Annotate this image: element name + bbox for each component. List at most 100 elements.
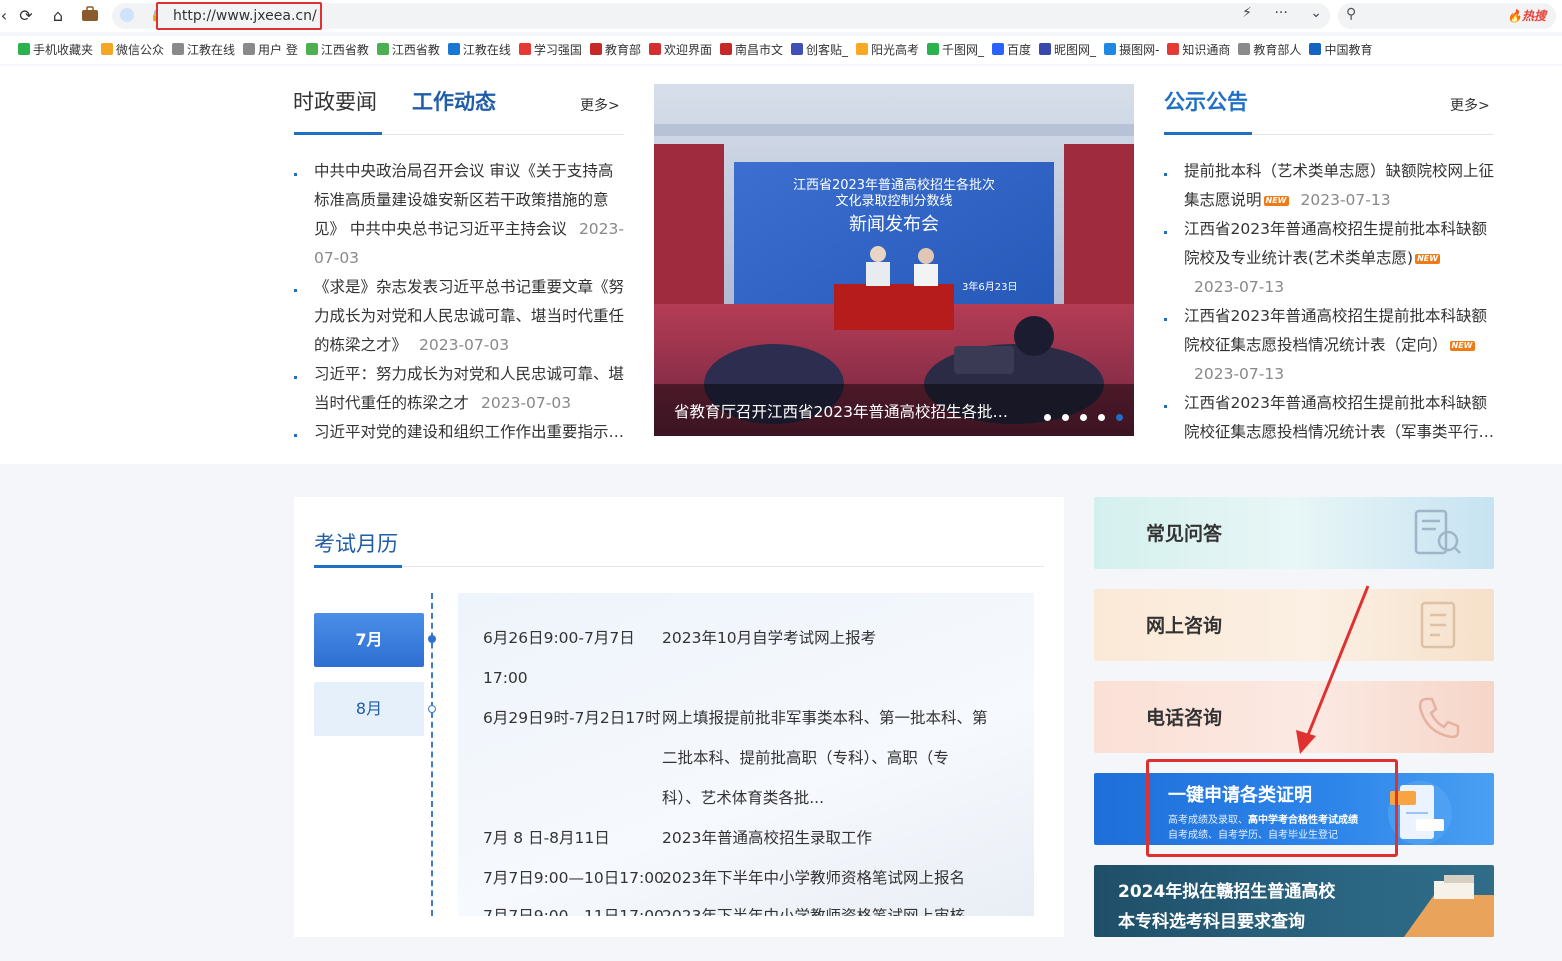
bookmark-item[interactable]: 摄图网- (1104, 36, 1159, 64)
notice-item[interactable]: 提前批本科（艺术类单志愿）缺额院校网上征集志愿说明 NEW 2023-07-13 (1164, 157, 1496, 215)
bookmark-item[interactable]: 江教在线 (447, 36, 511, 64)
bookmark-icon (172, 43, 185, 55)
notice-item-title[interactable]: 江西省2023年普通高校招生提前批本科缺额院校征集志愿投档情况统计表（军事类平行… (1184, 394, 1494, 441)
site-security-icon[interactable] (120, 8, 134, 22)
bookmark-item[interactable]: 江西省教 (376, 36, 440, 64)
refresh-icon[interactable]: ⟳ (16, 6, 36, 26)
notice-item-title[interactable]: 江西省2023年普通高校招生提前批本科缺额院校征集志愿投档情况统计表（定向） (1184, 307, 1487, 354)
bookmark-icon (992, 43, 1005, 55)
bookmark-item[interactable]: 千图网_ (927, 36, 984, 64)
carousel-dot[interactable] (1080, 414, 1087, 421)
bookmark-label: 用户 登 (258, 43, 298, 57)
bookmark-label: 百度 (1007, 43, 1032, 57)
bookmark-label: 摄图网- (1119, 43, 1160, 57)
home-icon[interactable]: ⌂ (48, 6, 68, 26)
screen-text: 江西省2023年普通高校招生各批次 文化录取控制分数线 新闻发布会 (734, 178, 1054, 240)
event-desc[interactable]: 2023年10月自学考试网上报考 (662, 628, 876, 648)
bookmark-item[interactable]: 手机收藏夹 (18, 36, 93, 64)
bookmark-item[interactable]: 知识通商 (1167, 36, 1230, 64)
event-desc[interactable]: 2023年下半年中小学教师资格笔试网上审核 (662, 906, 965, 916)
notices-title[interactable]: 公示公告 (1164, 86, 1248, 116)
notices-active-indicator (1164, 132, 1252, 135)
news-item[interactable]: 中共中央政治局召开会议 审议《关于支持高标准高质量建设雄安新区若干政策措施的意见… (294, 157, 626, 273)
phone-consult-title: 电话咨询 (1146, 707, 1223, 729)
event-time: 7月7日9:00—10日17:00 (483, 869, 664, 887)
notice-item[interactable]: 江西省2023年普通高校招生提前批本科缺额院校征集志愿投档情况统计表（定向） NE… (1164, 302, 1496, 389)
carousel-caption[interactable]: 省教育厅召开江西省2023年普通高校招生各批… (674, 400, 1008, 422)
carousel-dot[interactable] (1044, 414, 1051, 421)
tab-politics-news[interactable]: 时政要闻 (293, 86, 377, 116)
calendar-active-indicator (314, 565, 402, 568)
news-item[interactable]: 《求是》杂志发表习近平总书记重要文章《努力成长为对党和人民忠诚可靠、堪当时代重任… (294, 273, 626, 360)
event-desc[interactable]: 网上填报提前批非军事类本科、第一批本科、第 (662, 708, 988, 728)
lightning-icon[interactable]: ⚡ (1242, 5, 1252, 21)
month-tab-july[interactable]: 7月 (314, 613, 424, 667)
bookmark-item[interactable]: 中国教育 (1309, 36, 1372, 64)
bookmark-icon (589, 43, 602, 55)
carousel-dot[interactable] (1098, 414, 1105, 421)
annotation-highlight-box (1146, 759, 1398, 857)
carousel-dot[interactable] (1062, 414, 1069, 421)
bookmark-item[interactable]: 百度 (992, 36, 1031, 64)
event-desc[interactable]: 科）、艺术体育类各批... (662, 788, 824, 808)
briefcase-icon[interactable] (80, 6, 100, 26)
carousel-dot-active[interactable] (1116, 414, 1123, 421)
faq-card[interactable]: 常见问答 (1094, 497, 1494, 569)
bookmark-icon (1309, 43, 1322, 55)
news-item-title[interactable]: 习近平：努力成长为对党和人民忠诚可靠、堪当时代重任的栋梁之才 (314, 365, 624, 412)
bookmark-item[interactable]: 微信公众 (101, 36, 164, 64)
bookmark-item[interactable]: 欢迎界面 (648, 36, 712, 64)
month-tab-august[interactable]: 8月 (314, 682, 424, 736)
news-more-link[interactable]: 更多> (580, 95, 620, 115)
news-item-title[interactable]: 习近平对党的建设和组织工作作出重要指示… (314, 423, 624, 441)
chevron-down-icon[interactable]: ⌄ (1310, 5, 1322, 21)
bookmark-item[interactable]: 江西省教 (305, 36, 369, 64)
more-icon[interactable]: ··· (1274, 5, 1287, 21)
bookmark-icon (790, 43, 803, 55)
bookmark-label: 千图网_ (942, 43, 985, 57)
bookmark-icon (856, 43, 868, 55)
bookmark-item[interactable]: 教育部 (589, 36, 641, 64)
hot-search-label: 🔥热搜 (1507, 7, 1546, 24)
bookmark-item[interactable]: 阳光高考 (856, 36, 919, 64)
carousel-image[interactable]: 江西省2023年普通高校招生各批次 文化录取控制分数线 新闻发布会 3年6月23… (654, 84, 1134, 436)
bookmark-icon (518, 43, 531, 55)
desk-illustration-icon (1404, 875, 1494, 937)
hot-search-box[interactable]: ⚲ 🔥热搜 (1338, 3, 1556, 29)
notice-item-title[interactable]: 江西省2023年普通高校招生提前批本科缺额院校及专业统计表(艺术类单志愿) (1184, 220, 1487, 267)
url-text[interactable]: http://www.jxeea.cn/ (156, 2, 322, 30)
subject-requirements-banner[interactable]: 2024年拟在赣招生普通高校 本专科选考科目要求查询 (1094, 865, 1494, 937)
calendar-title: 考试月历 (314, 532, 398, 556)
bookmark-item[interactable]: 教育部人 (1238, 36, 1301, 64)
event-desc[interactable]: 2023年普通高校招生录取工作 (662, 828, 872, 848)
bookmark-item[interactable]: 昵图网_ (1039, 36, 1096, 64)
bookmark-label: 欢迎界面 (663, 43, 712, 57)
new-badge: NEW (1263, 196, 1289, 206)
news-item[interactable]: 习近平对党的建设和组织工作作出重要指示… (294, 418, 626, 447)
event-desc[interactable]: 2023年下半年中小学教师资格笔试网上报名 (662, 868, 965, 888)
event-desc[interactable]: 二批本科、提前批高职（专科）、高职（专 (662, 748, 949, 768)
screen-title-line3: 新闻发布会 (849, 214, 939, 235)
bookmark-label: 学习强国 (533, 43, 582, 57)
news-item[interactable]: 习近平：努力成长为对党和人民忠诚可靠、堪当时代重任的栋梁之才 2023-07-03 (294, 360, 626, 418)
news-item-title[interactable]: 中共中央政治局召开会议 审议《关于支持高标准高质量建设雄安新区若干政策措施的意见… (314, 162, 613, 238)
bookmark-item[interactable]: 用户 登 (243, 36, 298, 64)
notices-list: 提前批本科（艺术类单志愿）缺额院校网上征集志愿说明 NEW 2023-07-13 江… (1164, 157, 1496, 447)
notice-item[interactable]: 江西省2023年普通高校招生提前批本科缺额院校及专业统计表(艺术类单志愿) NEW… (1164, 215, 1496, 302)
back-icon[interactable]: ‹ (0, 6, 14, 26)
bookmark-item[interactable]: 南昌市文 (719, 36, 783, 64)
event-time: 7月7日9:00—11日17:00 (483, 907, 664, 916)
bookmark-label: 江教在线 (187, 43, 236, 57)
bookmark-item[interactable]: 创客贴_ (790, 36, 848, 64)
bookmark-item[interactable]: 学习强国 (518, 36, 582, 64)
notices-more-link[interactable]: 更多> (1450, 95, 1490, 115)
bookmark-label: 教育部人 (1253, 43, 1302, 57)
bookmark-icon (1104, 43, 1117, 55)
bookmark-icon (305, 43, 318, 55)
bookmark-item[interactable]: 江教在线 (172, 36, 235, 64)
phone-icon (1418, 697, 1460, 739)
tab-work-news[interactable]: 工作动态 (412, 86, 496, 116)
bookmark-label: 江西省教 (320, 43, 369, 57)
subject-banner-line1: 2024年拟在赣招生普通高校 (1118, 882, 1336, 902)
notice-item[interactable]: 江西省2023年普通高校招生提前批本科缺额院校征集志愿投档情况统计表（军事类平行… (1164, 389, 1496, 447)
